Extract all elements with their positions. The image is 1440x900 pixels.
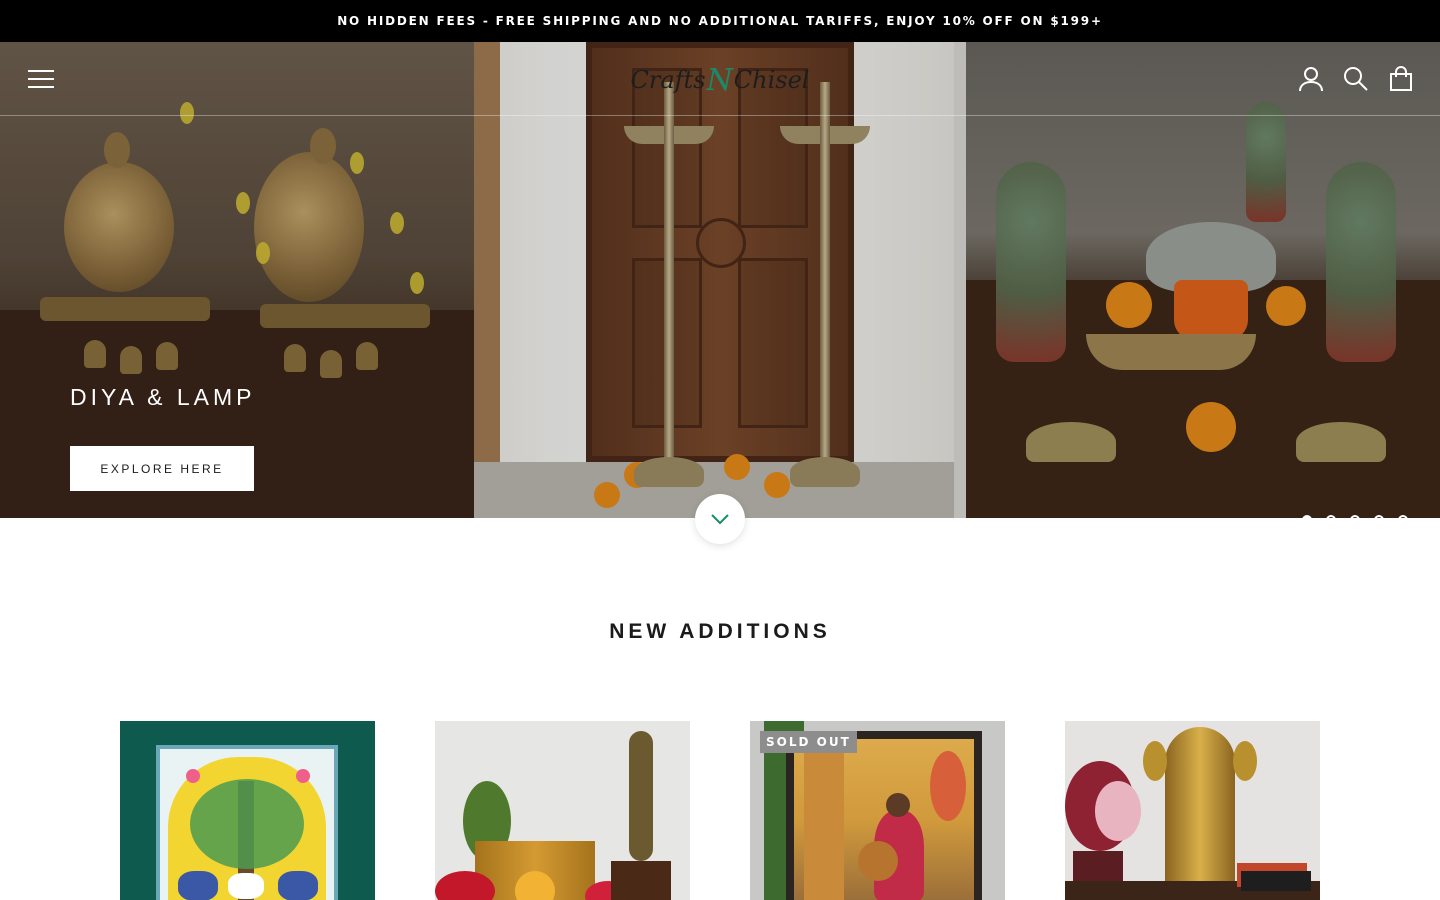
sold-out-badge: SOLD OUT: [760, 731, 857, 753]
product-card-3[interactable]: SOLD OUT: [750, 721, 1005, 900]
account-icon[interactable]: [1298, 66, 1324, 92]
product-card-1[interactable]: [120, 721, 375, 900]
announcement-text: NO HIDDEN FEES - FREE SHIPPING AND NO AD…: [337, 14, 1103, 28]
site-header: Crafts N Chisel: [0, 42, 1440, 116]
chevron-down-icon: [710, 510, 730, 529]
slide-dot-1[interactable]: [1302, 515, 1312, 518]
slide-dot-4[interactable]: [1374, 515, 1384, 518]
product-card-2[interactable]: [435, 721, 690, 900]
announcement-bar: NO HIDDEN FEES - FREE SHIPPING AND NO AD…: [0, 0, 1440, 42]
menu-icon[interactable]: [28, 68, 56, 90]
site-logo[interactable]: Crafts N Chisel: [620, 56, 820, 104]
slide-dot-3[interactable]: [1350, 515, 1360, 518]
logo-text-n: N: [706, 62, 733, 98]
slide-dot-5[interactable]: [1398, 515, 1408, 518]
search-icon[interactable]: [1343, 66, 1369, 92]
new-additions-title: NEW ADDITIONS: [609, 620, 831, 643]
hero-slide-title: DIYA & LAMP: [70, 384, 256, 410]
slide-dot-2[interactable]: [1326, 515, 1336, 518]
slideshow-pagination: [1302, 515, 1408, 518]
product-card-4[interactable]: [1065, 721, 1320, 900]
cart-bag-icon[interactable]: [1388, 66, 1414, 92]
explore-here-button[interactable]: EXPLORE HERE: [70, 446, 254, 491]
scroll-down-button[interactable]: [695, 494, 745, 544]
logo-text-crafts: Crafts: [630, 66, 706, 94]
logo-text-chisel: Chisel: [733, 66, 810, 94]
